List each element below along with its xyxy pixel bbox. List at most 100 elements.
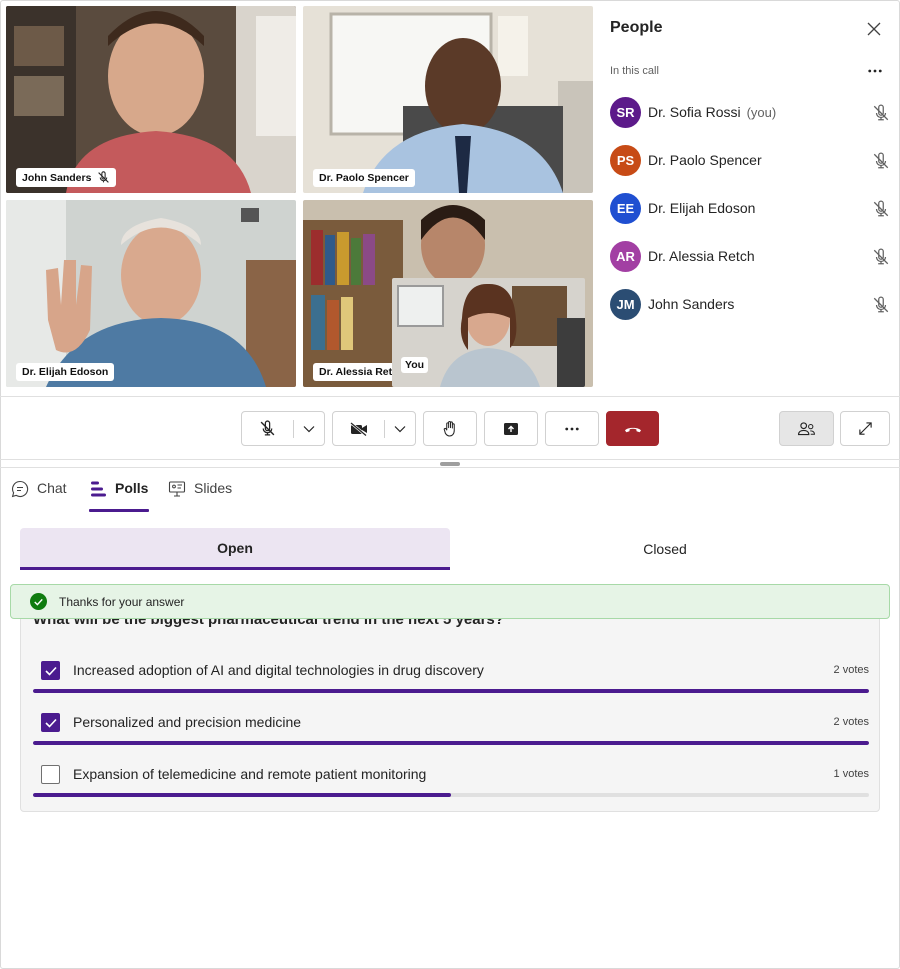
poll-option: Increased adoption of AI and digital tec… bbox=[33, 661, 869, 701]
you-label: (you) bbox=[746, 104, 777, 120]
tab-label: Polls bbox=[115, 480, 149, 496]
option-text: Expansion of telemedicine and remote pat… bbox=[73, 766, 427, 782]
vote-bar-fill bbox=[33, 741, 869, 745]
participant-name: Dr. Alessia Retch bbox=[319, 366, 397, 378]
leave-call-button[interactable] bbox=[606, 411, 659, 446]
chevron-down-icon bbox=[303, 425, 315, 432]
checkmark-icon bbox=[44, 666, 57, 676]
self-view-tile[interactable]: You bbox=[392, 278, 585, 387]
tab-polls[interactable]: Polls bbox=[89, 480, 148, 512]
option-text: Personalized and precision medicine bbox=[73, 714, 302, 730]
avatar: AR bbox=[610, 240, 641, 272]
person-name: Dr. Sofia Rossi bbox=[648, 104, 741, 120]
mic-off-icon[interactable] bbox=[872, 248, 890, 266]
option-checkbox[interactable] bbox=[41, 765, 60, 784]
participant-video-image bbox=[6, 6, 296, 193]
chat-icon bbox=[11, 480, 29, 498]
video-tile-john-sanders[interactable]: John Sanders bbox=[6, 6, 296, 193]
chevron-down-icon bbox=[394, 425, 406, 432]
tab-slides[interactable]: Slides bbox=[168, 480, 232, 512]
more-actions-button[interactable] bbox=[545, 411, 599, 446]
people-list-item[interactable]: AR Dr. Alessia Retch bbox=[610, 236, 892, 276]
participant-video-image bbox=[303, 6, 593, 193]
vote-bar bbox=[33, 793, 869, 797]
vote-bar-fill bbox=[33, 793, 451, 797]
open-polls-tab[interactable]: Open bbox=[20, 528, 450, 570]
participant-name: John Sanders bbox=[22, 171, 92, 184]
close-icon bbox=[867, 22, 881, 36]
poll-option: Personalized and precision medicine 2 vo… bbox=[33, 713, 869, 753]
participant-name-tag: Dr. Elijah Edoson bbox=[16, 363, 115, 381]
slides-icon bbox=[168, 481, 186, 497]
raise-hand-button[interactable] bbox=[423, 411, 477, 446]
person-name: Dr. Alessia Retch bbox=[648, 248, 755, 264]
share-screen-button[interactable] bbox=[484, 411, 538, 446]
people-icon bbox=[797, 422, 815, 436]
more-icon bbox=[868, 69, 882, 73]
people-list-item[interactable]: SR Dr. Sofia Rossi (you) bbox=[610, 92, 892, 132]
mic-off-icon[interactable] bbox=[872, 200, 890, 218]
camera-control[interactable] bbox=[332, 411, 416, 446]
fullscreen-button[interactable] bbox=[840, 411, 890, 446]
success-check-icon bbox=[30, 593, 47, 610]
checkmark-icon bbox=[44, 718, 57, 728]
people-more-options-button[interactable] bbox=[864, 62, 886, 80]
video-tile-elijah-edoson[interactable]: Dr. Elijah Edoson bbox=[6, 200, 296, 387]
option-votes: 1 votes bbox=[833, 768, 869, 780]
more-icon bbox=[565, 427, 579, 430]
self-name-tag: You bbox=[401, 357, 429, 373]
mic-off-icon[interactable] bbox=[872, 296, 890, 314]
avatar: SR bbox=[610, 96, 641, 128]
mute-toggle-button[interactable] bbox=[242, 412, 293, 445]
poll-card: What will be the biggest pharmaceutical … bbox=[20, 604, 880, 812]
close-people-panel-button[interactable] bbox=[864, 19, 884, 39]
people-panel: People In this call SR Dr. Sofia Rossi (… bbox=[600, 0, 899, 395]
participant-name-tag: Dr. Paolo Spencer bbox=[313, 169, 415, 187]
people-list-item[interactable]: PS Dr. Paolo Spencer bbox=[610, 140, 892, 180]
vote-bar-fill bbox=[33, 689, 869, 693]
option-text: Increased adoption of AI and digital tec… bbox=[73, 662, 484, 678]
self-name: You bbox=[405, 359, 425, 371]
participant-name-tag: Dr. Alessia Retch bbox=[313, 363, 397, 381]
expand-icon bbox=[858, 422, 872, 435]
avatar: PS bbox=[610, 144, 641, 176]
participant-name-tag: John Sanders bbox=[16, 168, 117, 187]
hang-up-icon bbox=[624, 427, 641, 432]
tab-label: Slides bbox=[194, 480, 233, 496]
option-checkbox[interactable] bbox=[41, 713, 60, 732]
microphone-control[interactable] bbox=[241, 411, 325, 446]
video-tile-paolo-spencer[interactable]: Dr. Paolo Spencer bbox=[303, 6, 593, 193]
mic-off-icon bbox=[98, 171, 110, 183]
closed-polls-tab[interactable]: Closed bbox=[450, 528, 880, 570]
participant-name: Dr. Elijah Edoson bbox=[22, 366, 109, 378]
resize-handle[interactable] bbox=[440, 462, 460, 466]
tab-chat[interactable]: Chat bbox=[11, 480, 67, 512]
people-panel-title: People bbox=[610, 19, 663, 36]
divider bbox=[0, 459, 900, 460]
mic-off-icon[interactable] bbox=[872, 104, 890, 122]
video-off-icon bbox=[349, 421, 367, 436]
camera-options-button[interactable] bbox=[385, 412, 415, 445]
people-panel-toggle-button[interactable] bbox=[779, 411, 834, 446]
mic-off-icon[interactable] bbox=[872, 152, 890, 170]
answer-confirmation-toast: Thanks for your answer bbox=[10, 584, 890, 619]
divider bbox=[0, 396, 900, 397]
people-list-item[interactable]: JM John Sanders bbox=[610, 284, 892, 324]
camera-toggle-button[interactable] bbox=[333, 412, 384, 445]
option-checkbox[interactable] bbox=[41, 661, 60, 680]
people-list-item[interactable]: EE Dr. Elijah Edoson bbox=[610, 188, 892, 228]
polls-icon bbox=[91, 481, 106, 497]
tab-label: Chat bbox=[37, 480, 67, 496]
mic-options-button[interactable] bbox=[294, 412, 324, 445]
person-name: Dr. Paolo Spencer bbox=[648, 152, 762, 168]
active-tab-indicator bbox=[89, 509, 149, 512]
raise-hand-icon bbox=[443, 420, 455, 437]
divider bbox=[0, 467, 900, 468]
toast-message: Thanks for your answer bbox=[59, 594, 185, 609]
option-votes: 2 votes bbox=[833, 716, 869, 728]
in-call-section-label: In this call bbox=[610, 65, 659, 77]
participant-name: Dr. Paolo Spencer bbox=[319, 172, 409, 184]
option-votes: 2 votes bbox=[833, 664, 869, 676]
vote-bar bbox=[33, 689, 869, 693]
avatar: EE bbox=[610, 192, 641, 224]
